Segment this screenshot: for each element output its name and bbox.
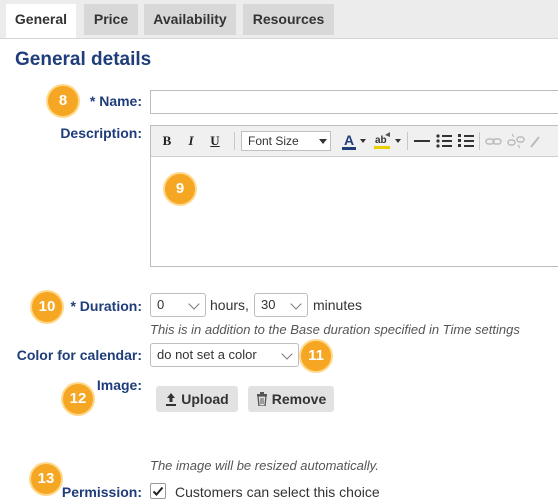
color-select[interactable]: do not set a color [150, 343, 299, 367]
callout-badge-8: 8 [48, 86, 78, 116]
checkmark-icon [152, 486, 164, 496]
font-size-select[interactable]: Font Size [241, 131, 331, 151]
name-input[interactable] [150, 90, 558, 114]
permission-checkbox-label[interactable]: Customers can select this choice [175, 484, 380, 500]
tab-resources[interactable]: Resources [243, 4, 334, 35]
link-icon [485, 138, 502, 145]
font-color-button[interactable]: A [341, 131, 367, 151]
bullet-list-icon [436, 134, 452, 148]
name-label-text: Name: [99, 93, 142, 109]
tab-price[interactable]: Price [84, 4, 138, 35]
editor-toolbar: B I U Font Size A ab [151, 126, 558, 157]
image-label: Image: [96, 377, 142, 393]
duration-minutes-select[interactable]: 30 [254, 293, 308, 317]
horizontal-rule-icon [414, 140, 430, 142]
callout-badge-12: 12 [63, 384, 93, 414]
tab-availability[interactable]: Availability [144, 4, 236, 35]
hours-unit: hours, [210, 297, 249, 313]
duration-label: * Duration: [62, 298, 142, 314]
color-value: do not set a color [157, 347, 257, 362]
minutes-value: 30 [261, 297, 276, 312]
hours-value: 0 [157, 297, 165, 312]
duration-label-text: Duration: [79, 298, 142, 314]
required-mark: * [89, 93, 96, 109]
italic-button[interactable]: I [184, 131, 198, 151]
chevron-down-icon [319, 139, 327, 144]
tab-general[interactable]: General [6, 4, 76, 38]
color-label: Color for calendar: [16, 347, 142, 363]
remove-button[interactable]: Remove [248, 386, 334, 412]
duration-hours-select[interactable]: 0 [150, 293, 206, 317]
permission-label: Permission: [61, 484, 142, 500]
link-button[interactable] [485, 131, 503, 151]
svg-text:ab: ab [375, 135, 387, 146]
highlight-color-button[interactable]: ab [373, 131, 403, 151]
image-hint: The image will be resized automatically. [150, 458, 379, 473]
chevron-down-icon [188, 298, 200, 310]
bold-button[interactable]: B [160, 131, 174, 151]
remove-label: Remove [271, 391, 327, 407]
chevron-down-icon [281, 348, 293, 360]
section-title: General details [15, 49, 152, 70]
svg-text:A: A [344, 132, 354, 148]
toolbar-separator [407, 132, 408, 150]
font-color-icon: A [342, 132, 366, 150]
callout-badge-10: 10 [32, 292, 62, 322]
numbered-list-icon [458, 134, 474, 147]
tab-bar: General Price Availability Resources [0, 0, 558, 39]
font-size-label: Font Size [248, 134, 299, 148]
required-mark: * [70, 298, 76, 314]
horizontal-rule-button[interactable] [413, 131, 431, 151]
minutes-unit: minutes [313, 297, 363, 313]
trash-icon [256, 392, 267, 407]
upload-label: Upload [181, 391, 229, 407]
description-label: Description: [60, 125, 142, 141]
toolbar-separator [234, 132, 235, 150]
underline-button[interactable]: U [208, 131, 222, 151]
permission-checkbox[interactable] [150, 483, 166, 499]
unlink-icon [507, 133, 525, 149]
callout-badge-9: 9 [165, 174, 195, 204]
highlight-icon: ab [374, 132, 401, 149]
chevron-down-icon [290, 298, 302, 310]
description-editor[interactable]: B I U Font Size A ab 9 [150, 125, 558, 267]
duration-hint: This is in addition to the Base duration… [150, 322, 520, 337]
pencil-icon[interactable] [529, 131, 541, 151]
bullet-list-button[interactable] [435, 131, 453, 151]
unlink-button[interactable] [507, 131, 525, 151]
toolbar-separator [479, 132, 480, 150]
upload-button[interactable]: Upload [156, 386, 238, 412]
name-label: * Name: [88, 93, 142, 109]
upload-icon [166, 393, 177, 406]
callout-badge-11: 11 [301, 341, 331, 371]
numbered-list-button[interactable] [457, 131, 475, 151]
